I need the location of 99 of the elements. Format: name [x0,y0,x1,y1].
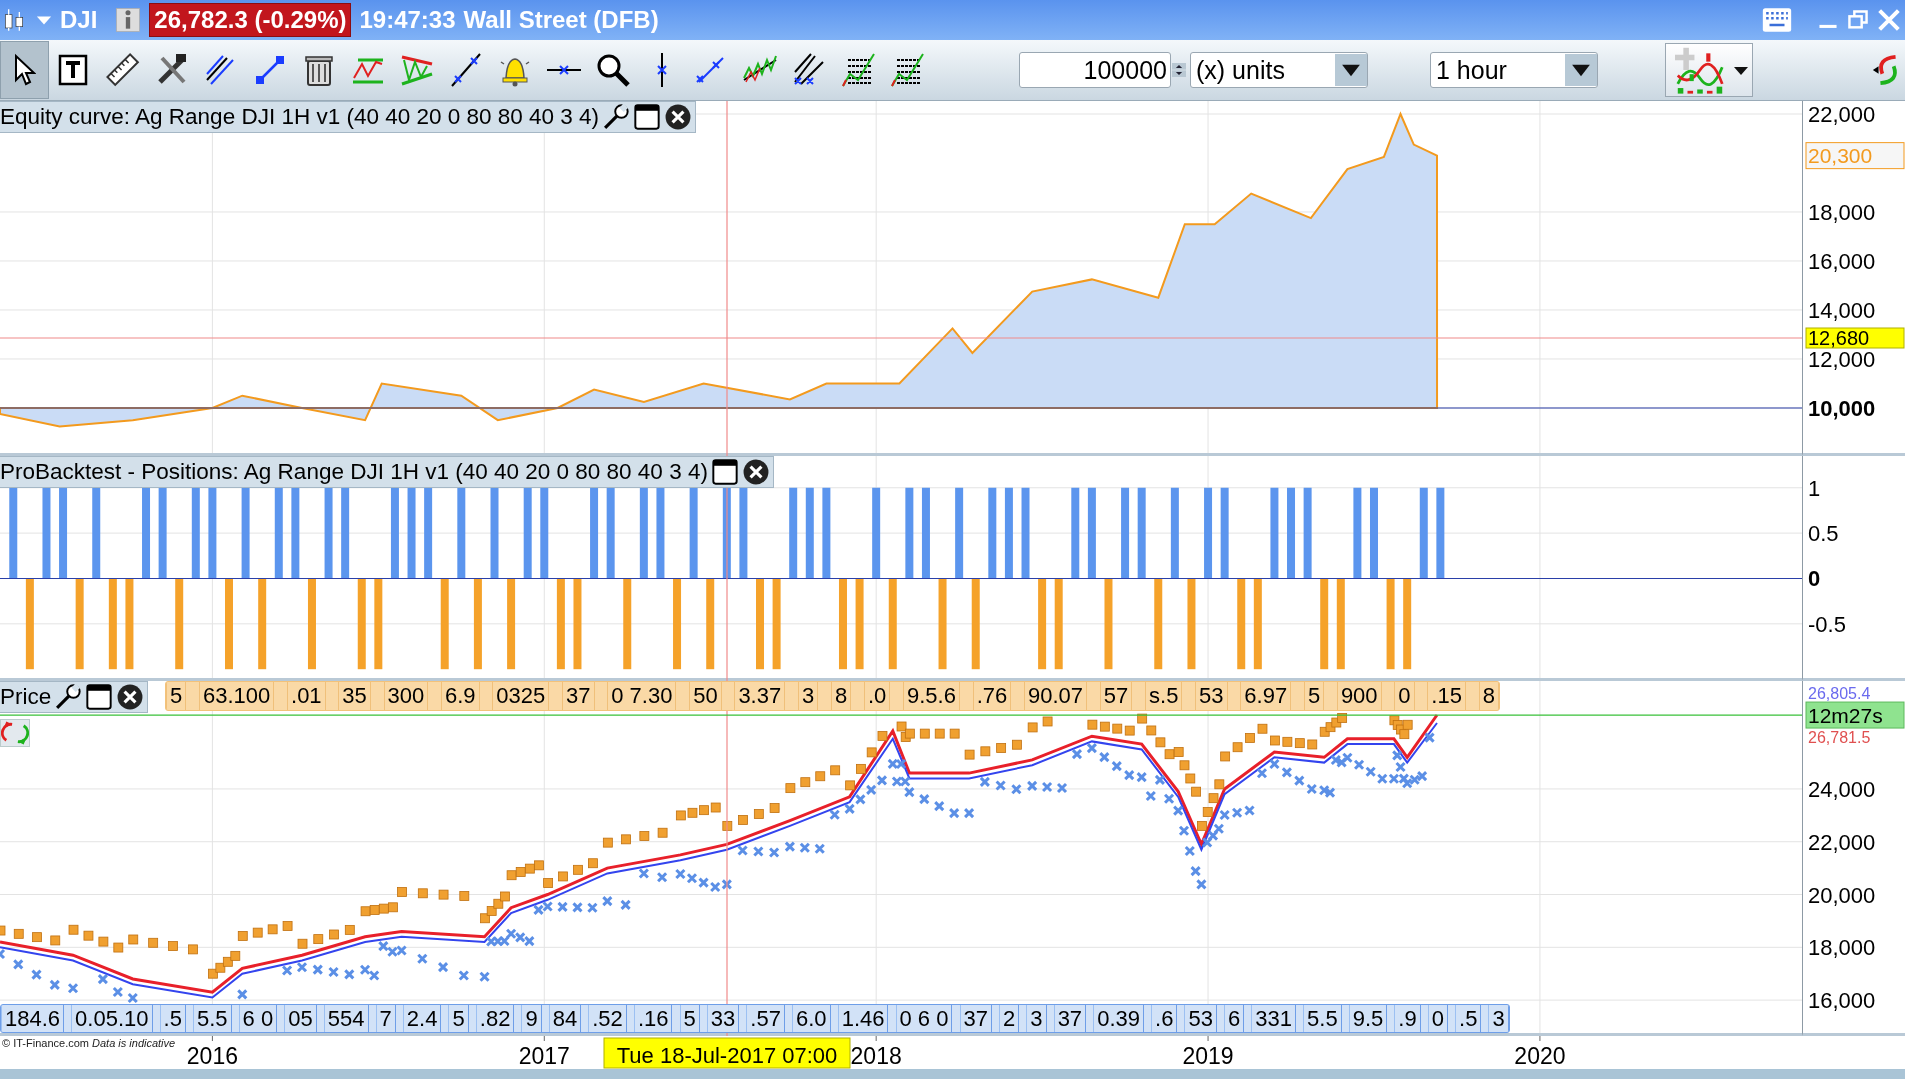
value-label: 6.97 [1240,682,1292,710]
axis-label: 2018 [850,1043,902,1069]
value-label: 5.5 [1303,1005,1342,1032]
value-label: 5 [166,682,187,710]
axis-label: 22,000 [1808,102,1876,127]
value-label: .52 [588,1005,627,1032]
value-label: 37 [1053,1005,1087,1032]
value-label: .5 [1455,1005,1482,1032]
value-label: .76 [972,682,1012,710]
axis-label: 2017 [518,1043,570,1069]
value-label: .82 [475,1005,515,1032]
value-label: 0.39 [1093,1005,1144,1032]
value-label: .6 [1151,1005,1178,1032]
value-label: 900 [1336,682,1382,710]
axis-label: 18,000 [1808,935,1876,961]
axis-label: 20,000 [1808,882,1876,908]
axis-label: 24,000 [1808,776,1876,802]
value-label: .5 [159,1005,186,1032]
panel-title: ProBacktest - Positions: Ag Range DJI 1H v1 (40 40 20 0 80 80 40 3 4) [0,459,708,485]
value-label: 8 [1478,682,1499,710]
value-label: 0 [1427,1005,1448,1032]
market-name: Wall Street (DFB) [463,6,659,34]
value-label: 63.100 [199,682,275,710]
value-label: 554 [323,1005,369,1032]
value-label: 5 [679,1005,700,1032]
copyright-note: © IT-Finance.com Data is indicative [2,1037,176,1049]
axis-label: 1 [1808,475,1821,501]
axis-label: -0.5 [1808,611,1846,637]
axis-label: 0 [1808,566,1821,592]
value-label: 53 [1184,1005,1217,1032]
value-label: 6 [1223,1005,1245,1032]
value-label: 8 [830,682,852,710]
value-label: .16 [633,1005,673,1032]
timeframe-dropdown[interactable]: 1 hour [1430,52,1598,88]
value-label: 0 6 0 [895,1005,953,1032]
value-label: 3 [797,682,819,710]
value-label: 9.5.6 [903,682,960,710]
axis-label: 16,000 [1808,249,1876,274]
cursor-value-label: 12,680 [1805,327,1905,349]
value-label: 6 0 [238,1005,278,1032]
price-label: 26,805.4 [1808,685,1871,703]
axis-label: 0.5 [1808,521,1839,547]
value-label: 331 [1251,1005,1296,1032]
price-label: 26,781.5 [1808,729,1871,747]
value-label: 90.07 [1024,682,1088,710]
axis-label: 10,000 [1808,396,1876,421]
value-label: 5.5 [192,1005,232,1032]
value-label: 0.05.10 [71,1005,153,1032]
value-label: 0 7.30 [607,682,677,710]
value-label: 57 [1099,682,1133,710]
value-label: 6.0 [792,1005,831,1032]
value-label: 6.9 [441,682,480,710]
annotation: 20,300 [1808,144,1873,168]
value-label: s.5 [1145,682,1183,710]
value-label: 35 [338,682,371,710]
value-label: 7 [375,1005,396,1032]
value-label: .9 [1394,1005,1421,1032]
quantity-input[interactable]: 100000 [1019,52,1171,88]
value-label: 33 [706,1005,740,1032]
value-label: 3.37 [734,682,786,710]
value-label: 2 [999,1005,1020,1032]
value-label: 9.5 [1348,1005,1388,1032]
countdown-label: 12m27s [1805,701,1905,729]
value-label: 300 [383,682,429,710]
value-label: 5 [448,1005,469,1032]
axis-label: 2019 [1182,1043,1234,1069]
value-label: .01 [287,682,326,710]
panel-title: Equity curve: Ag Range DJI 1H v1 (40 40 20 0 80 80 40 3 4) [0,104,600,130]
value-label: 37 [562,682,595,710]
axis-label: 18,000 [1808,200,1876,225]
value-label: 3 [1488,1005,1509,1032]
value-label: 184.6 [1,1005,65,1032]
cursor-time-label: Tue 18-Jul-2017 07:00 [603,1037,851,1069]
value-label: 1.46 [837,1005,889,1032]
value-label: 05 [284,1005,317,1032]
value-label: 50 [689,682,722,710]
value-label: 5 [1303,682,1325,710]
value-label: .0 [863,682,891,710]
value-label: .15 [1427,682,1466,710]
panel-title: Price [0,684,52,710]
axis-label: 12,000 [1808,347,1876,372]
units-dropdown[interactable]: (x) units [1190,52,1368,88]
value-label: 53 [1195,682,1228,710]
price-change: 26,782.3 (-0.29%) [149,3,352,37]
value-label: 2.4 [402,1005,442,1032]
axis-label: 16,000 [1808,988,1876,1014]
value-label: 0325 [492,682,550,710]
axis-label: 22,000 [1808,829,1876,855]
value-label: 3 [1026,1005,1047,1032]
value-label: 84 [548,1005,582,1032]
axis-label: 2016 [186,1043,238,1069]
value-label: 9 [521,1005,542,1032]
last-value-label: 20,300 [1805,142,1905,170]
clock-time: 19:47:33 [359,6,456,34]
value-label: .57 [746,1005,785,1032]
value-label: 37 [959,1005,992,1032]
value-label: 0 [1394,682,1415,710]
axis-label: 14,000 [1808,298,1876,323]
axis-label: 2020 [1514,1043,1566,1069]
